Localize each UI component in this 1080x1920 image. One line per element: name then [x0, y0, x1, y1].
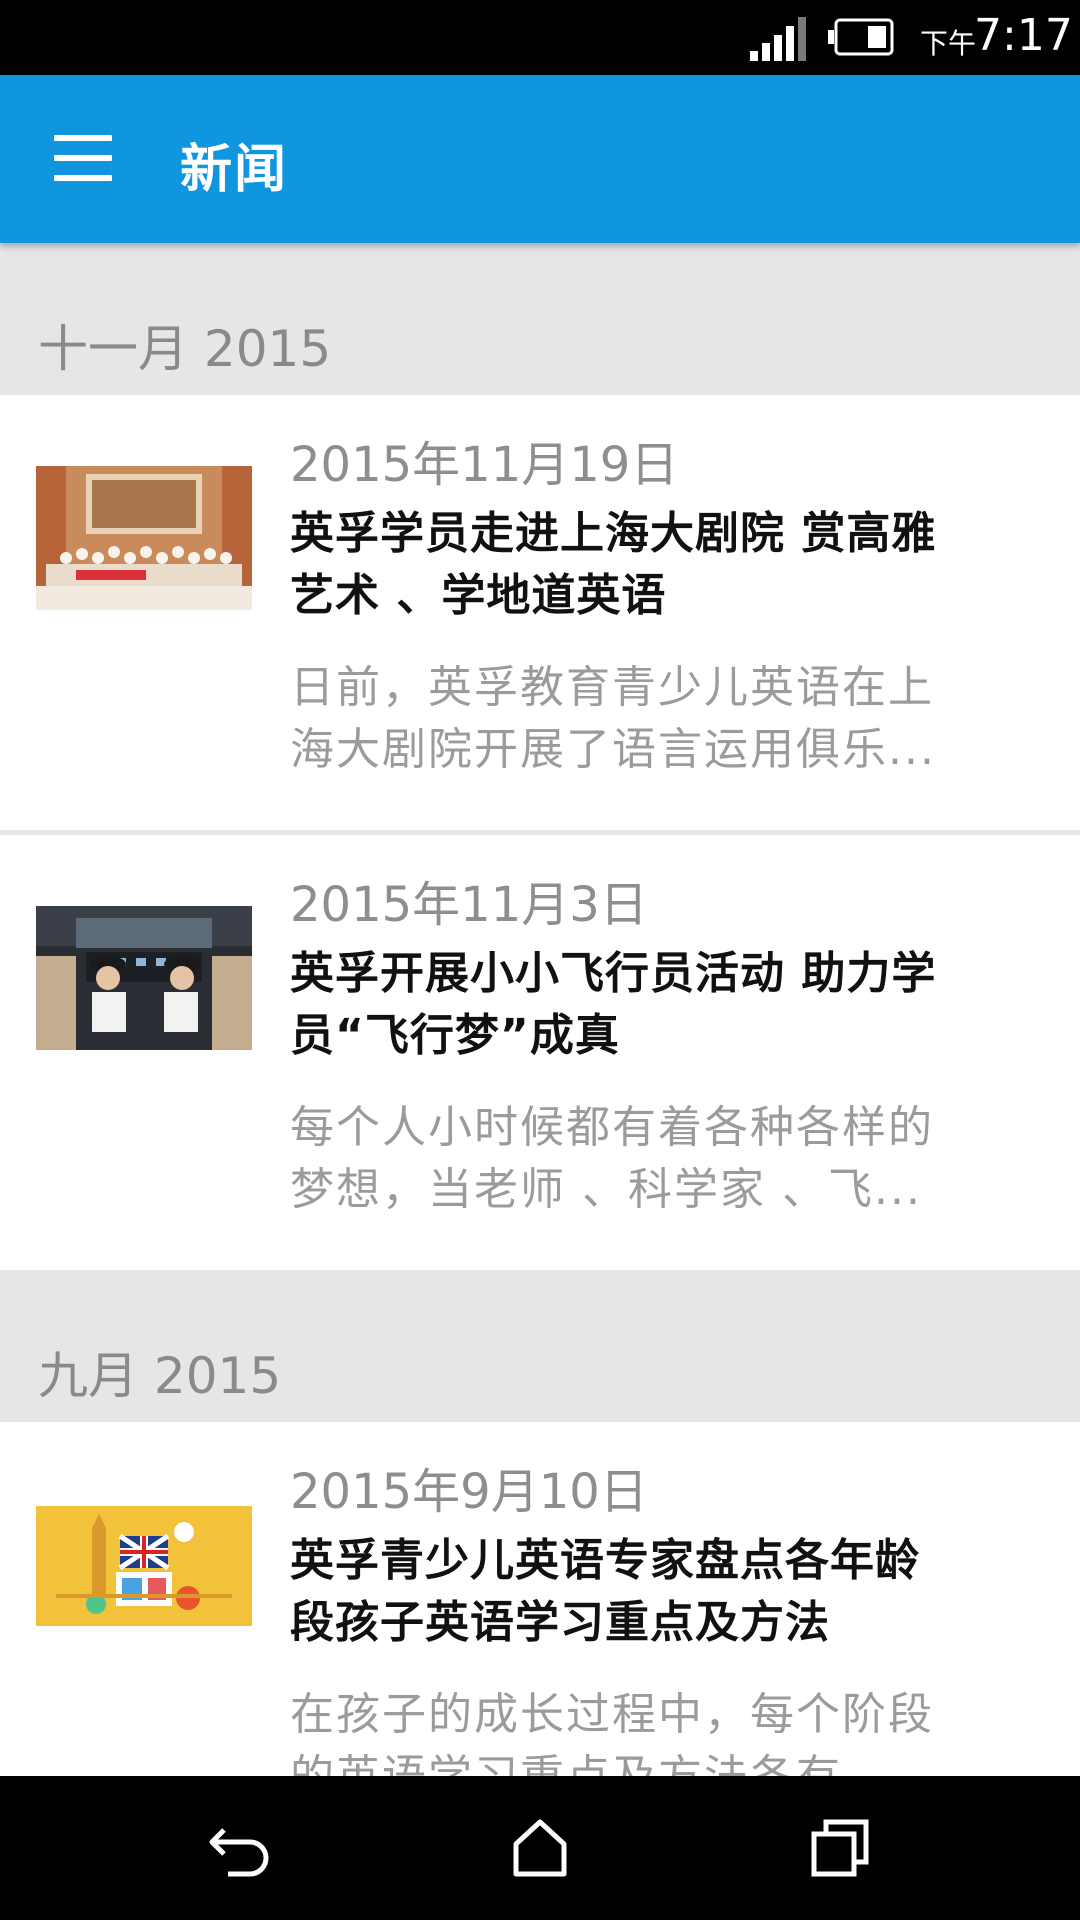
news-thumbnail-group-photo — [36, 466, 252, 610]
news-title-line: 英孚学员走进上海大剧院 赏高雅 — [290, 508, 937, 559]
news-title-line: 员“飞行梦”成真 — [290, 1010, 620, 1061]
news-excerpt: 日前，英孚教育青少儿英语在上 海大剧院开展了语言运用俱乐... — [290, 657, 1030, 781]
news-title: 英孚开展小小飞行员活动 助力学 员“飞行梦”成真 — [290, 943, 1030, 1067]
news-list[interactable]: 十一月 2015 2015年11月19日 英孚学员走进上海大剧院 赏高雅 艺术 … — [0, 243, 1080, 1776]
news-excerpt-line: 每个人小时候都有着各种各样的 — [290, 1102, 934, 1153]
news-excerpt-line: 梦想，当老师 、科学家 、飞... — [290, 1164, 922, 1215]
news-item[interactable]: 2015年11月3日 英孚开展小小飞行员活动 助力学 员“飞行梦”成真 每个人小… — [0, 835, 1080, 1270]
menu-icon[interactable] — [54, 135, 112, 181]
battery-icon — [828, 18, 894, 56]
news-excerpt: 在孩子的成长过程中，每个阶段 的英语学习重点及方法各有... — [290, 1684, 1030, 1776]
signal-icon — [750, 17, 806, 61]
navigation-bar — [0, 1776, 1080, 1920]
back-icon[interactable] — [204, 1812, 276, 1884]
news-excerpt-line: 海大剧院开展了语言运用俱乐... — [290, 724, 936, 775]
app-bar: 新闻 — [0, 75, 1080, 243]
section-title: 九月 2015 — [38, 1347, 282, 1405]
news-excerpt-line: 日前，英孚教育青少儿英语在上 — [290, 662, 934, 713]
news-item[interactable]: 2015年9月10日 英孚青少儿英语专家盘点各年龄 段孩子英语学习重点及方法 在… — [0, 1422, 1080, 1776]
section-header: 九月 2015 — [0, 1270, 1080, 1422]
news-title: 英孚学员走进上海大剧院 赏高雅 艺术 、学地道英语 — [290, 503, 1030, 627]
clock-time: 7:17 — [974, 10, 1073, 61]
status-bar: 下午 7:17 — [0, 0, 1080, 75]
news-excerpt-line: 在孩子的成长过程中，每个阶段 — [290, 1689, 934, 1740]
news-item[interactable]: 2015年11月19日 英孚学员走进上海大剧院 赏高雅 艺术 、学地道英语 日前… — [0, 395, 1080, 830]
news-date: 2015年11月3日 — [290, 877, 648, 933]
news-title-line: 英孚开展小小飞行员活动 助力学 — [290, 948, 937, 999]
home-icon[interactable] — [504, 1812, 576, 1884]
news-thumbnail-london-book — [36, 1506, 252, 1626]
news-title: 英孚青少儿英语专家盘点各年龄 段孩子英语学习重点及方法 — [290, 1530, 1030, 1654]
news-thumbnail-cockpit — [36, 906, 252, 1050]
section-header: 十一月 2015 — [0, 243, 1080, 395]
news-title-line: 段孩子英语学习重点及方法 — [290, 1597, 830, 1648]
news-date: 2015年9月10日 — [290, 1464, 648, 1520]
recents-icon[interactable] — [804, 1812, 876, 1884]
news-excerpt-line: 的英语学习重点及方法各有... — [290, 1746, 1030, 1776]
news-title-line: 英孚青少儿英语专家盘点各年龄 — [290, 1535, 920, 1586]
news-title-line: 艺术 、学地道英语 — [290, 570, 667, 621]
clock-ampm: 下午 — [920, 27, 977, 60]
news-date: 2015年11月19日 — [290, 437, 679, 493]
page-title: 新闻 — [180, 140, 289, 200]
news-excerpt: 每个人小时候都有着各种各样的 梦想，当老师 、科学家 、飞... — [290, 1097, 1030, 1221]
section-title: 十一月 2015 — [38, 320, 332, 378]
